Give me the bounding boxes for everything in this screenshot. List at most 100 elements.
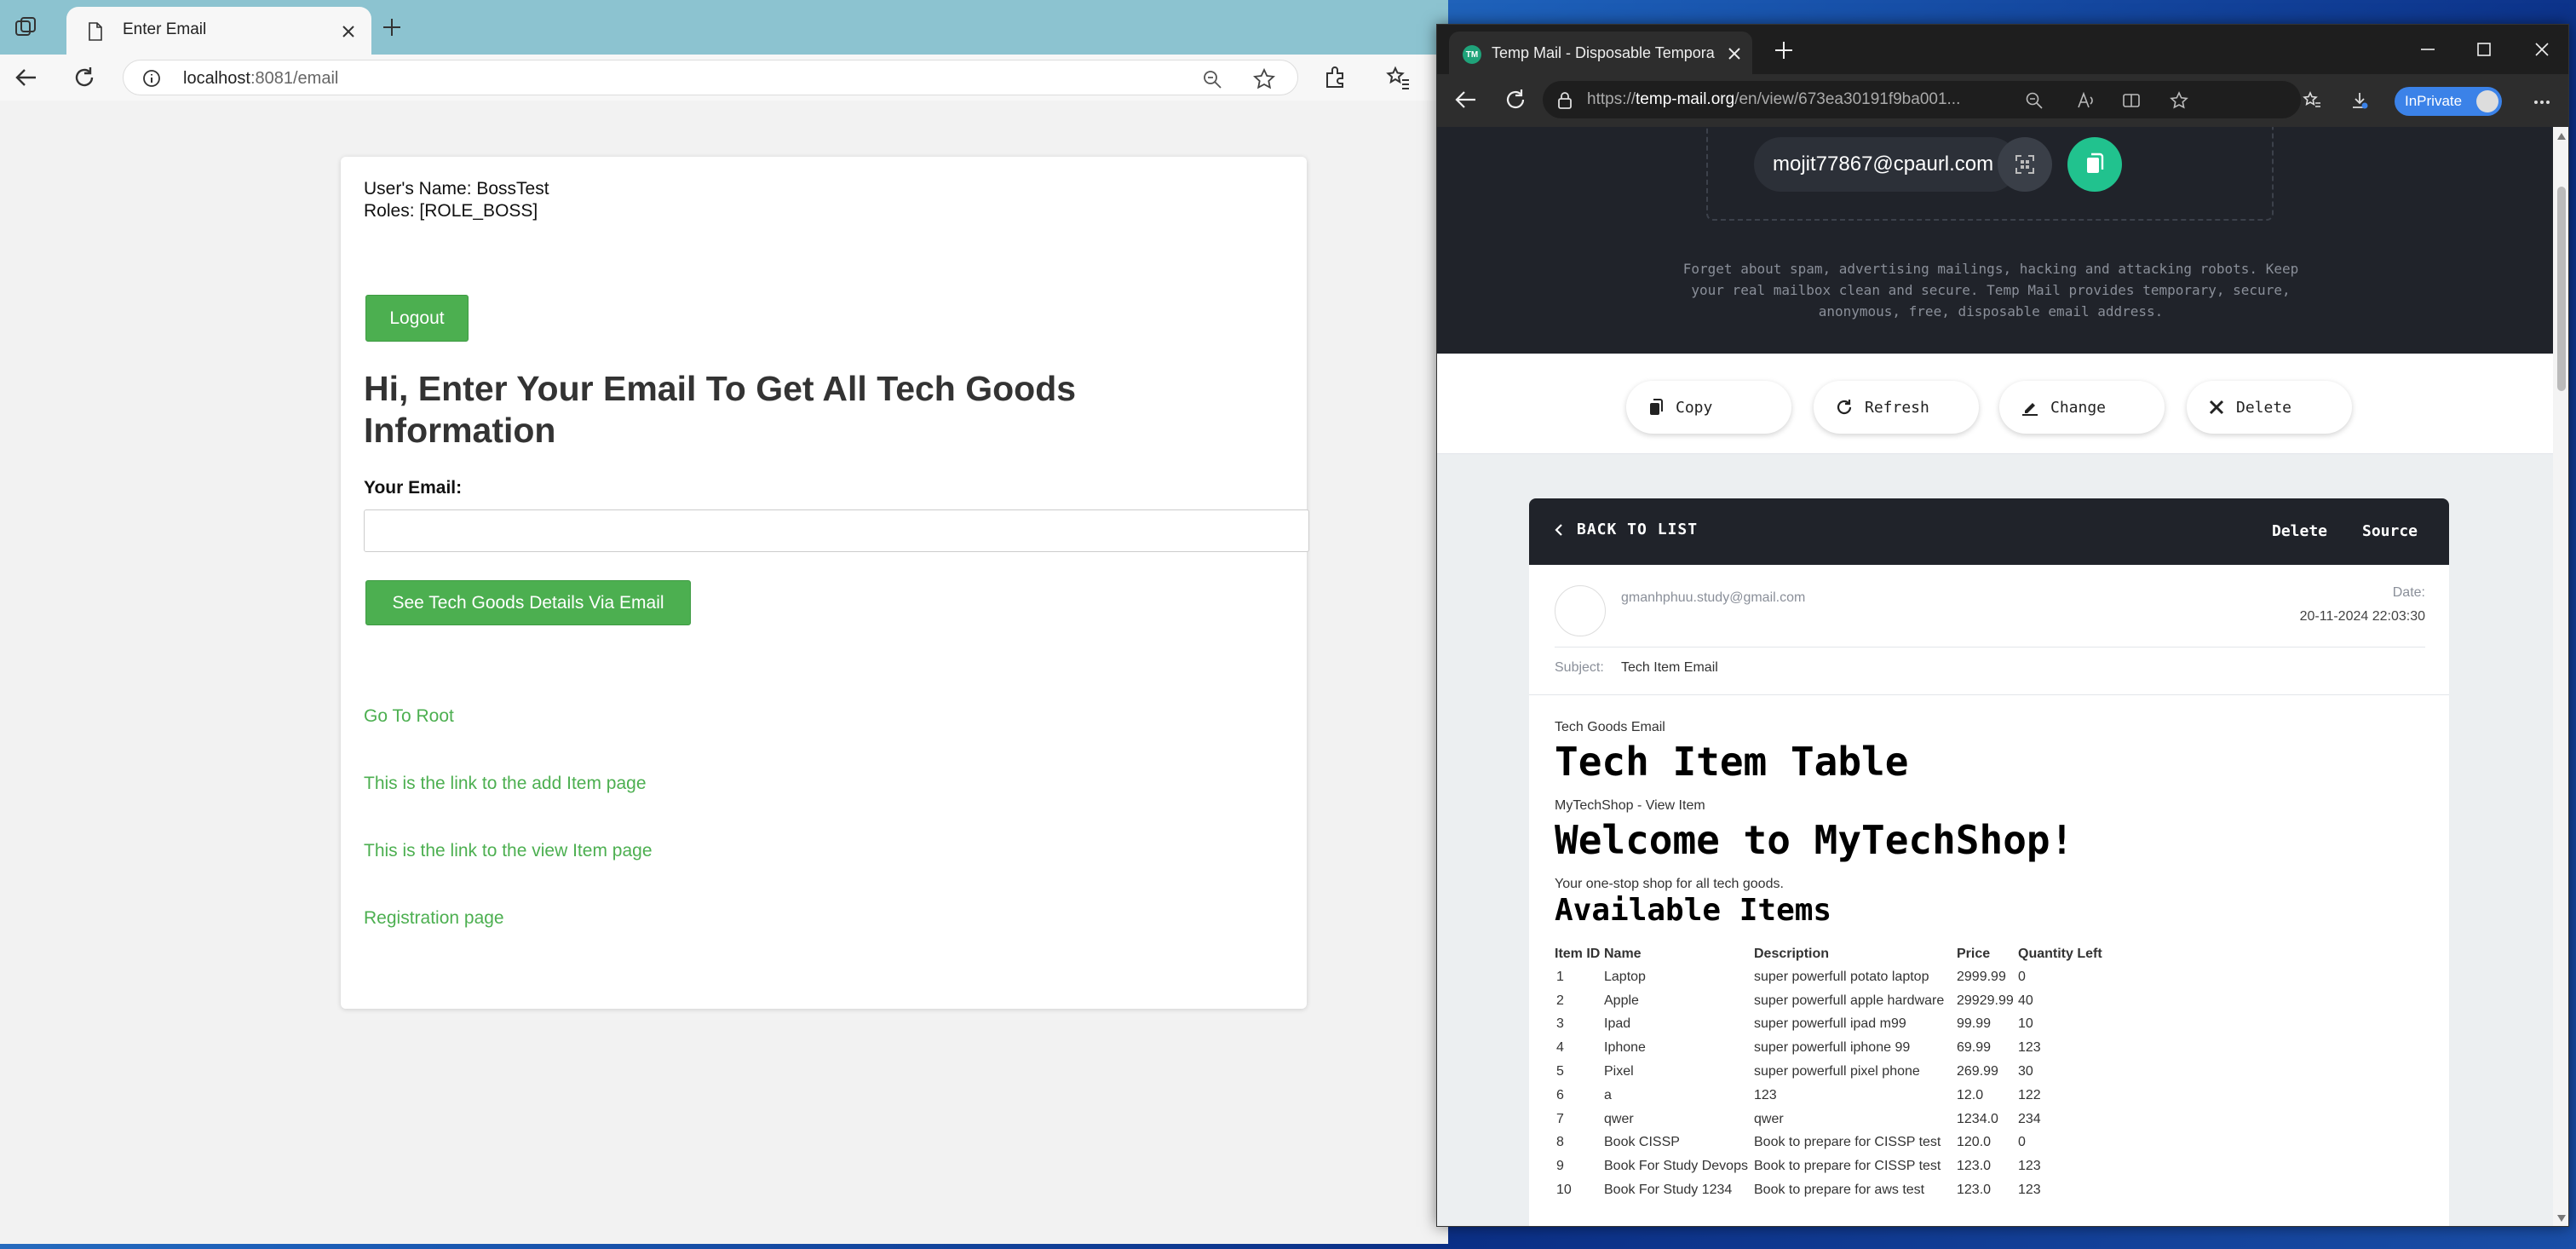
favorite-star-icon[interactable] xyxy=(2170,91,2188,110)
favorite-star-icon[interactable] xyxy=(1253,68,1275,90)
url-text: localhost:8081/email xyxy=(183,69,339,88)
page-heading: Hi, Enter Your Email To Get All Tech Goo… xyxy=(364,369,1077,450)
column-header: Item ID xyxy=(1555,947,1601,961)
view-item-link[interactable]: This is the link to the view Item page xyxy=(364,841,653,861)
table-cell: 10 xyxy=(1556,1183,1572,1198)
more-menu-icon[interactable] xyxy=(2533,93,2551,112)
change-button[interactable]: Change xyxy=(1999,381,2165,434)
back-arrow-icon[interactable] xyxy=(1454,88,1478,112)
registration-link[interactable]: Registration page xyxy=(364,908,504,929)
table-cell: 122 xyxy=(2018,1087,2041,1102)
tab-strip: Enter Email xyxy=(0,0,1448,55)
scroll-down-arrow-icon[interactable] xyxy=(2556,1214,2567,1223)
column-header: Description xyxy=(1754,947,1830,961)
left-browser-window: Enter Email localhost:8081/email User's … xyxy=(0,0,1448,1244)
message-source-button[interactable]: Source xyxy=(2362,522,2418,540)
table-cell: 7 xyxy=(1556,1111,1564,1126)
close-tab-icon[interactable] xyxy=(1727,46,1742,61)
favorites-icon[interactable] xyxy=(1385,65,1411,90)
table-cell: 6 xyxy=(1556,1087,1564,1102)
table-title: Tech Item Table xyxy=(1555,739,1909,785)
divider xyxy=(1555,647,2425,648)
scrollbar-thumb[interactable] xyxy=(2557,187,2566,391)
logout-button[interactable]: Logout xyxy=(365,295,469,342)
delete-label: Delete xyxy=(2236,398,2292,417)
table-cell: 69.99 xyxy=(1957,1040,1992,1056)
table-cell: super powerfull pixel phone xyxy=(1754,1064,1920,1079)
table-cell: Laptop xyxy=(1604,969,1646,984)
tab-strip: TM Temp Mail - Disposable Temporary Emai… xyxy=(1437,25,2568,74)
lock-icon[interactable] xyxy=(1556,91,1573,110)
back-arrow-icon[interactable] xyxy=(14,65,39,90)
table-row: 3 Ipad super powerfull ipad m99 99.99 10 xyxy=(1555,1013,2112,1037)
page-icon xyxy=(89,22,102,41)
user-name-text: User's Name: BossTest xyxy=(364,179,549,199)
minimize-icon[interactable] xyxy=(2418,40,2437,59)
back-to-list-button[interactable]: BACK TO LIST xyxy=(1555,521,1698,538)
table-cell: 2 xyxy=(1556,993,1564,1008)
email-input[interactable] xyxy=(364,509,1309,552)
refresh-icon xyxy=(1837,400,1852,415)
temp-email-address[interactable]: mojit77867@cpaurl.com xyxy=(1754,137,2018,192)
copy-label: Copy xyxy=(1676,398,1713,417)
new-tab-icon[interactable] xyxy=(1774,41,1793,60)
zoom-out-icon[interactable] xyxy=(2025,91,2044,110)
delete-button[interactable]: Delete xyxy=(2187,381,2352,434)
user-roles-text: Roles: [ROLE_BOSS] xyxy=(364,201,538,221)
close-tab-icon[interactable] xyxy=(341,24,356,39)
message-header-bar: BACK TO LIST Delete Source xyxy=(1529,498,2449,565)
page-content: User's Name: BossTest Roles: [ROLE_BOSS]… xyxy=(0,101,1448,1244)
table-cell: Book For Study Devops xyxy=(1604,1159,1748,1174)
table-cell: 12.0 xyxy=(1957,1087,1984,1102)
table-cell: 0 xyxy=(2018,1135,2026,1150)
go-to-root-link[interactable]: Go To Root xyxy=(364,706,454,727)
url-text: https://temp-mail.org/en/view/673ea30191… xyxy=(1587,90,1961,108)
add-item-link[interactable]: This is the link to the add Item page xyxy=(364,774,647,794)
copy-icon xyxy=(1650,399,1663,415)
message-delete-button[interactable]: Delete xyxy=(2272,522,2327,540)
copy-address-button[interactable] xyxy=(2067,137,2122,192)
qr-code-button[interactable] xyxy=(1998,137,2052,192)
reload-icon[interactable] xyxy=(72,65,97,90)
address-bar[interactable]: https://temp-mail.org/en/view/673ea30191… xyxy=(1543,81,2301,118)
table-row: 1 Laptop super powerfull potato laptop 2999… xyxy=(1555,965,2112,989)
mailbox-actions: Copy Refresh Change Delete xyxy=(1437,354,2553,454)
shop-subtitle: MyTechShop - View Item xyxy=(1555,798,1705,813)
vertical-scrollbar[interactable] xyxy=(2553,127,2568,1226)
scroll-up-arrow-icon[interactable] xyxy=(2556,132,2567,141)
extensions-icon[interactable] xyxy=(1322,65,1348,90)
table-cell: 10 xyxy=(2018,1016,2033,1032)
new-tab-icon[interactable] xyxy=(382,17,402,37)
refresh-button[interactable]: Refresh xyxy=(1814,381,1979,434)
profile-avatar xyxy=(2476,90,2498,112)
table-header-row: Item ID Name Description Price Quantity Left xyxy=(1555,943,2112,965)
reload-icon[interactable] xyxy=(1504,88,1527,112)
subject-value: Tech Item Email xyxy=(1621,660,1718,675)
tab-temp-mail[interactable]: TM Temp Mail - Disposable Temporary Emai… xyxy=(1449,32,1752,74)
table-cell: Ipad xyxy=(1604,1016,1631,1032)
message-view: BACK TO LIST Delete Source gmanhphuu.stu… xyxy=(1529,498,2449,1226)
table-cell: 5 xyxy=(1556,1064,1564,1079)
email-form-card: User's Name: BossTest Roles: [ROLE_BOSS]… xyxy=(341,157,1309,1009)
see-tech-goods-button[interactable]: See Tech Goods Details Via Email xyxy=(365,580,691,625)
table-cell: Book to prepare for CISSP test xyxy=(1754,1135,1941,1150)
downloads-icon[interactable] xyxy=(2350,91,2369,110)
tab-enter-email[interactable]: Enter Email xyxy=(66,7,371,55)
available-items-heading: Available Items xyxy=(1555,893,1832,928)
address-bar[interactable]: localhost:8081/email xyxy=(123,60,1298,95)
refresh-label: Refresh xyxy=(1865,398,1929,417)
workspaces-icon[interactable] xyxy=(12,14,39,41)
read-aloud-icon[interactable] xyxy=(2076,91,2095,110)
zoom-out-icon[interactable] xyxy=(1202,69,1222,89)
change-label: Change xyxy=(2050,398,2107,417)
inprivate-badge[interactable]: InPrivate xyxy=(2395,87,2502,116)
site-info-icon[interactable] xyxy=(142,69,161,88)
favorites-icon[interactable] xyxy=(2303,91,2321,110)
immersive-reader-icon[interactable] xyxy=(2122,91,2141,110)
table-cell: super powerfull potato laptop xyxy=(1754,969,1929,984)
window-close-icon[interactable] xyxy=(2533,40,2551,59)
temp-mail-favicon-icon: TM xyxy=(1463,45,1481,64)
table-cell: super powerfull iphone 99 xyxy=(1754,1040,1911,1056)
maximize-icon[interactable] xyxy=(2475,40,2493,59)
copy-button[interactable]: Copy xyxy=(1626,381,1791,434)
